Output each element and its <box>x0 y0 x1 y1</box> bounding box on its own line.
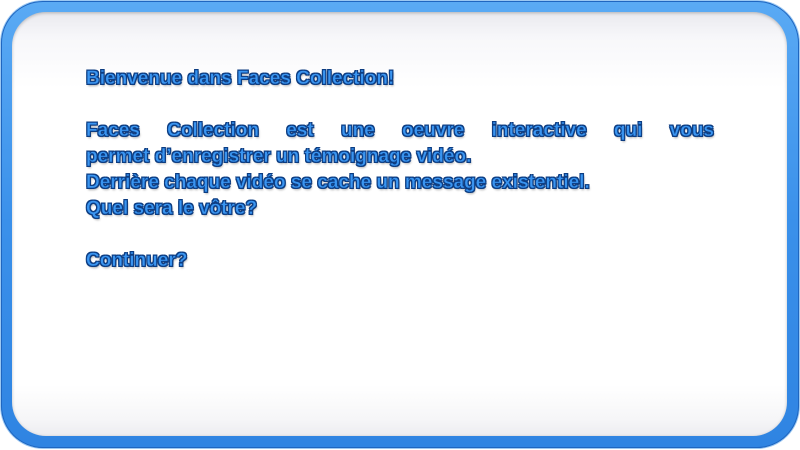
dialog-text: Bienvenue dans Faces Collection! Faces C… <box>86 66 714 274</box>
body-line-3: Derrière chaque vidéo se cache un messag… <box>86 172 590 193</box>
body-line-1: Faces Collection est une oeuvre interact… <box>86 120 714 141</box>
continue-prompt-wrap: Continuer? <box>86 248 714 274</box>
body-line-2: permet d’enregistrer un témoignage vidéo… <box>86 146 472 167</box>
body-line-4: Quel sera le vôtre? <box>86 198 258 219</box>
dialog-body: Faces Collection est une oeuvre interact… <box>86 118 714 222</box>
continue-prompt[interactable]: Continuer? <box>86 248 714 274</box>
dialog-title: Bienvenue dans Faces Collection! <box>86 68 395 89</box>
